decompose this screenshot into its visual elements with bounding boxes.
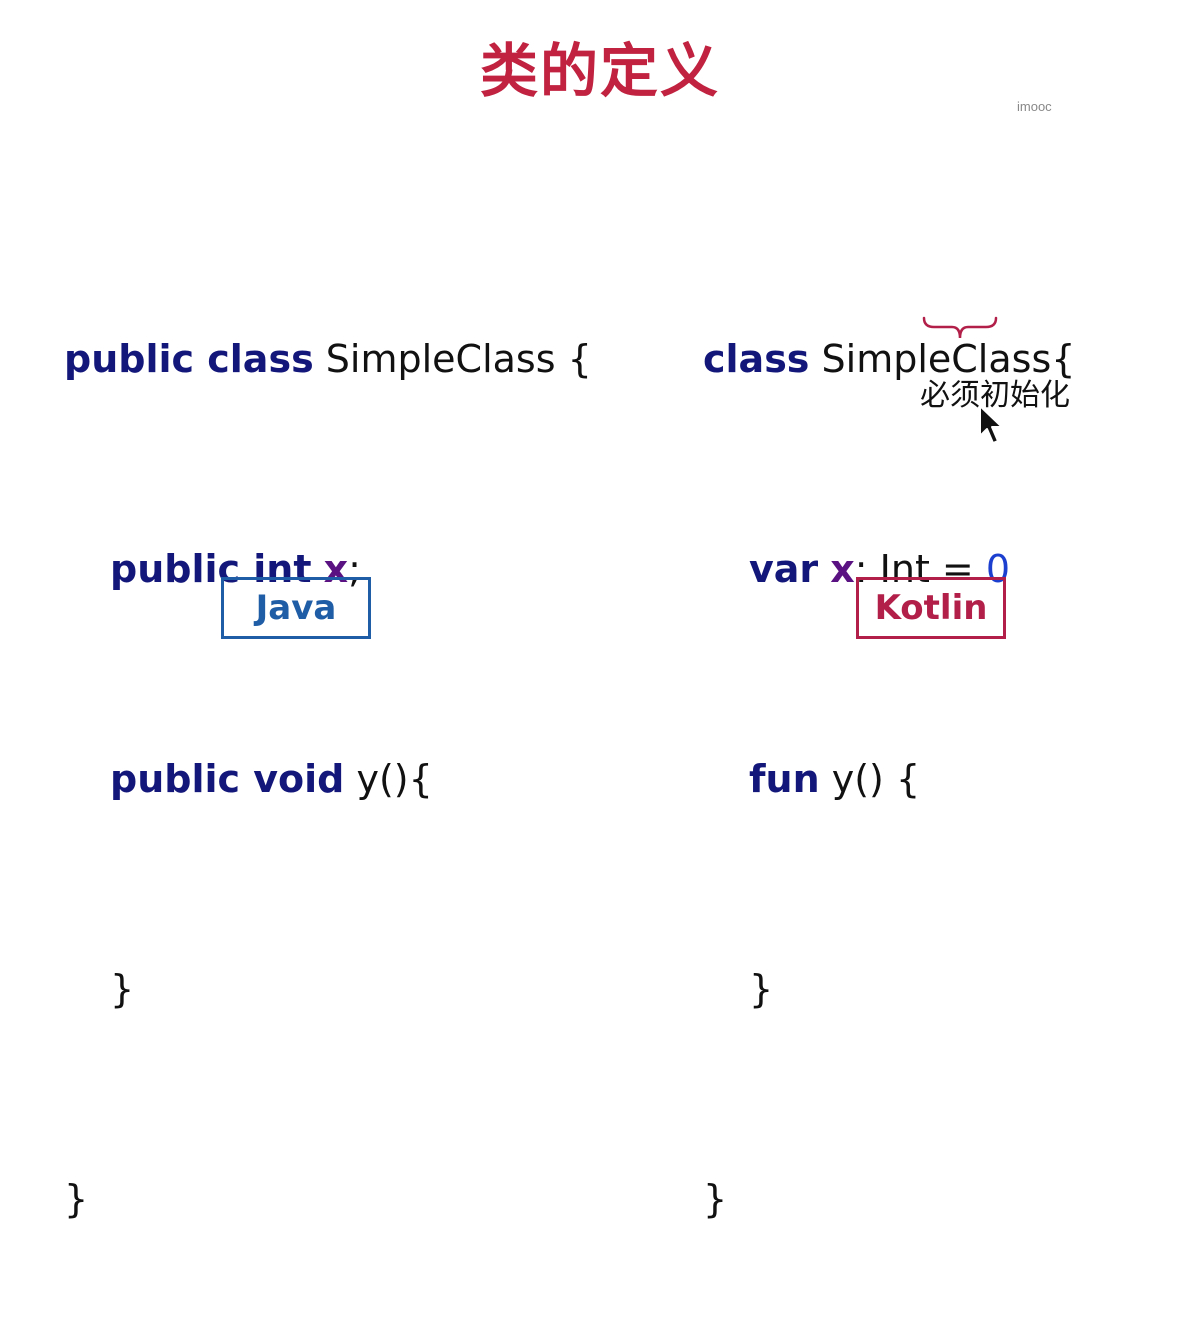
java-line-5: } <box>64 1164 592 1234</box>
java-code-text: y(){ <box>344 757 433 801</box>
java-code-text: SimpleClass { <box>313 337 592 381</box>
java-line-4: } <box>64 954 592 1024</box>
kotlin-code-text: } <box>703 1177 728 1221</box>
kotlin-code-text: y() { <box>819 757 921 801</box>
java-keyword: public void <box>110 757 345 801</box>
java-code-block: public class SimpleClass { public int x;… <box>64 184 592 1320</box>
java-keyword: public class <box>64 337 314 381</box>
kotlin-line-5: } <box>703 1164 1075 1234</box>
kotlin-keyword: class <box>703 337 810 381</box>
slide: 类的定义 imooc public class SimpleClass { pu… <box>0 0 1200 1221</box>
kotlin-keyword: fun <box>749 757 820 801</box>
slide-title: 类的定义 <box>479 37 720 105</box>
kotlin-code-text: } <box>749 967 774 1011</box>
kotlin-code-block: class SimpleClass{ var x: Int = 0 fun y(… <box>703 184 1075 1320</box>
kotlin-label: Kotlin <box>856 577 1006 639</box>
curly-brace-icon <box>922 316 998 339</box>
java-line-3: public void y(){ <box>64 744 592 814</box>
mouse-cursor-icon <box>979 405 1003 444</box>
kotlin-line-3: fun y() { <box>703 744 1075 814</box>
java-label: Java <box>221 577 371 639</box>
java-code-text: } <box>110 967 135 1011</box>
kotlin-variable: x <box>830 547 855 591</box>
watermark: imooc <box>1017 99 1052 114</box>
java-code-text: } <box>64 1177 89 1221</box>
java-line-1: public class SimpleClass { <box>64 324 592 394</box>
kotlin-keyword: var <box>749 547 819 591</box>
kotlin-line-4: } <box>703 954 1075 1024</box>
